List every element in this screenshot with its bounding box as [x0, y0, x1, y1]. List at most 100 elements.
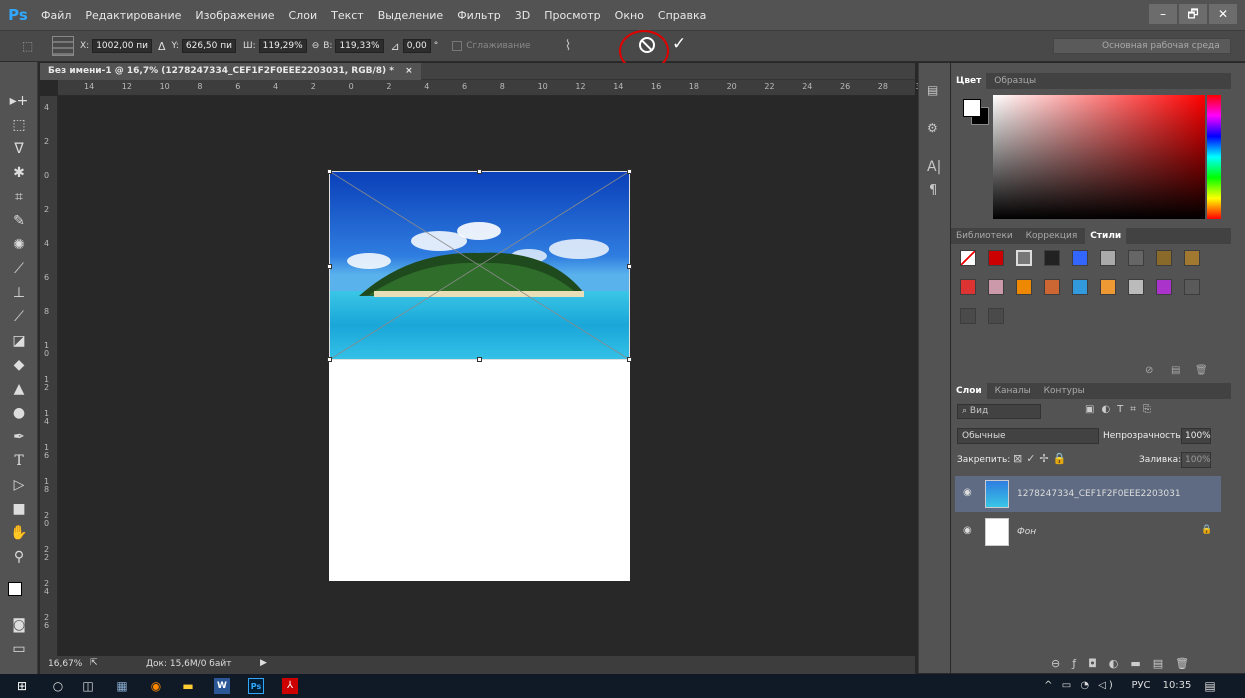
browser-icon[interactable]: ◉ — [148, 678, 164, 694]
status-menu-arrow-icon[interactable]: ▶ — [260, 658, 267, 668]
tab-libraries[interactable]: Библиотеки — [951, 228, 1018, 244]
delta-icon[interactable]: Δ — [158, 40, 166, 53]
marquee-tool-icon[interactable]: ⬚ — [6, 114, 32, 136]
style-swatch[interactable] — [1184, 250, 1200, 266]
style-swatch[interactable] — [1016, 250, 1032, 266]
menu-image[interactable]: Изображение — [188, 9, 281, 22]
menu-file[interactable]: Файл — [34, 9, 78, 22]
color-fg-swatch[interactable] — [963, 99, 981, 117]
x-field[interactable]: 1002,00 пи — [92, 39, 153, 53]
properties-panel-icon[interactable]: ⚙ — [927, 121, 938, 135]
fill-field[interactable]: 100% — [1181, 452, 1211, 468]
blur-tool-icon[interactable]: ▲ — [6, 378, 32, 400]
transform-handle-ml[interactable] — [327, 264, 332, 269]
explorer-icon[interactable]: ▬ — [180, 678, 196, 694]
workspace-select[interactable]: Основная рабочая среда — [1053, 38, 1231, 54]
layer-row-photo[interactable]: ◉ 1278247334_CEF1F2F0EEE2203031 — [955, 476, 1221, 512]
photoshop-taskbar-icon[interactable]: Ps — [248, 678, 264, 694]
layer-filter-select[interactable]: ⌕ Вид — [957, 404, 1041, 419]
menu-3d[interactable]: 3D — [508, 9, 537, 22]
layer-actions-icons[interactable]: ⊖ƒ◘◐▬▤🗑 — [1051, 657, 1201, 670]
transform-handle-bl[interactable] — [327, 357, 332, 362]
style-swatch[interactable] — [1044, 250, 1060, 266]
app-icon[interactable]: ▦ — [114, 678, 130, 694]
layer-filter-icons[interactable]: ▣◐T⌗⎘ — [1085, 404, 1158, 415]
language-indicator[interactable]: РУС — [1126, 678, 1156, 694]
style-swatch[interactable] — [960, 308, 976, 324]
menu-help[interactable]: Справка — [651, 9, 713, 22]
screen-mode-icon[interactable]: ▭ — [6, 638, 32, 660]
style-swatch[interactable] — [1072, 250, 1088, 266]
task-view-icon[interactable]: ◫ — [80, 678, 96, 694]
reference-point-icon[interactable] — [52, 36, 74, 56]
minimize-button[interactable]: – — [1149, 4, 1177, 24]
export-icon[interactable]: ⇱ — [90, 658, 98, 668]
transform-handle-tr[interactable] — [627, 169, 632, 174]
hue-slider[interactable] — [1207, 95, 1221, 219]
pen-tool-icon[interactable]: ✒ — [6, 426, 32, 448]
blend-mode-select[interactable]: Обычные — [957, 428, 1099, 444]
layer-name[interactable]: 1278247334_CEF1F2F0EEE2203031 — [1017, 489, 1181, 499]
close-button[interactable]: ✕ — [1209, 4, 1237, 24]
foreground-color-swatch[interactable] — [8, 582, 22, 596]
eye-icon[interactable]: ◉ — [963, 525, 972, 536]
angle-field[interactable]: 0,00 — [402, 39, 431, 53]
zoom-tool-icon[interactable]: ⚲ — [6, 546, 32, 568]
tab-channels[interactable]: Каналы — [990, 383, 1036, 399]
paragraph-panel-icon[interactable]: ¶ — [929, 183, 937, 198]
menu-window[interactable]: Окно — [608, 9, 651, 22]
word-icon[interactable]: W — [214, 678, 230, 694]
antialias-checkbox[interactable] — [452, 41, 463, 51]
style-swatch[interactable] — [1128, 250, 1144, 266]
history-panel-icon[interactable]: ▤ — [927, 83, 938, 97]
restore-button[interactable]: 🗗 — [1179, 4, 1207, 24]
crop-tool-icon[interactable]: ⌗ — [6, 186, 32, 208]
character-panel-icon[interactable]: A| — [927, 159, 941, 175]
magic-wand-icon[interactable]: ✱ — [6, 162, 32, 184]
w-field[interactable]: 119,29% — [258, 39, 307, 53]
tab-close-icon[interactable]: × — [405, 66, 413, 76]
eye-icon[interactable]: ◉ — [963, 487, 972, 498]
style-swatch[interactable] — [1072, 279, 1088, 295]
island-photo-layer[interactable] — [329, 171, 630, 360]
lock-icons[interactable]: ⊠✓✢🔒 — [1013, 452, 1070, 465]
y-field[interactable]: 626,50 пи — [181, 39, 236, 53]
style-swatch[interactable] — [960, 250, 976, 266]
link-icon[interactable]: ⊖ — [312, 41, 320, 51]
rectangle-tool-icon[interactable]: ■ — [6, 498, 32, 520]
menu-view[interactable]: Просмотр — [537, 9, 607, 22]
menu-layers[interactable]: Слои — [282, 9, 325, 22]
cancel-transform-icon[interactable] — [639, 37, 655, 53]
style-swatch[interactable] — [988, 279, 1004, 295]
transform-handle-bc[interactable] — [477, 357, 482, 362]
style-swatch[interactable] — [1100, 279, 1116, 295]
eraser-tool-icon[interactable]: ◪ — [6, 330, 32, 352]
style-swatch[interactable] — [1044, 279, 1060, 295]
style-swatch[interactable] — [1156, 250, 1172, 266]
tab-styles[interactable]: Стили — [1085, 228, 1127, 244]
vertical-ruler[interactable]: 4 2 0 2 4 6 8 1 0 1 2 1 4 1 6 1 8 2 0 2 2 2 4 2 6 — [40, 96, 58, 656]
type-tool-icon[interactable]: T — [6, 450, 32, 472]
commit-transform-icon[interactable]: ✓ — [672, 34, 686, 54]
healing-brush-icon[interactable]: ✺ — [6, 234, 32, 256]
path-select-icon[interactable]: ▷ — [6, 474, 32, 496]
move-tool-icon[interactable]: ▸+ — [6, 90, 32, 112]
pdf-reader-icon[interactable]: ⅄ — [282, 678, 298, 694]
style-swatch[interactable] — [1184, 279, 1200, 295]
eyedropper-icon[interactable]: ✎ — [6, 210, 32, 232]
transform-handle-tl[interactable] — [327, 169, 332, 174]
color-field[interactable] — [993, 95, 1205, 219]
quick-mask-icon[interactable]: ◙ — [6, 614, 32, 636]
style-swatch[interactable] — [960, 279, 976, 295]
tab-layers[interactable]: Слои — [951, 383, 987, 399]
style-swatch[interactable] — [1156, 279, 1172, 295]
tab-color[interactable]: Цвет — [951, 73, 987, 89]
tab-paths[interactable]: Контуры — [1039, 383, 1090, 399]
start-button-icon[interactable]: ⊞ — [14, 678, 30, 694]
opacity-field[interactable]: 100% — [1181, 428, 1211, 444]
transform-handle-br[interactable] — [627, 357, 632, 362]
clear-style-icon[interactable]: ⊘ — [1145, 365, 1153, 376]
h-field[interactable]: 119,33% — [335, 39, 384, 53]
menu-edit[interactable]: Редактирование — [78, 9, 188, 22]
clock[interactable]: 10:35 — [1160, 678, 1194, 694]
